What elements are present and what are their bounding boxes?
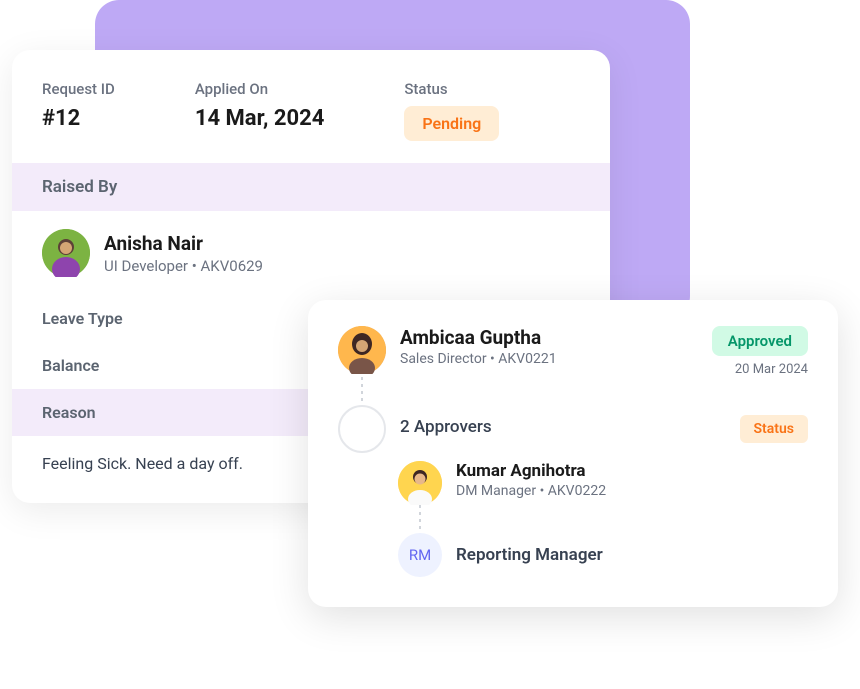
person-icon [42, 229, 90, 277]
reporting-manager-row[interactable]: RM Reporting Manager [398, 533, 808, 577]
applied-on-value: 14 Mar, 2024 [195, 106, 325, 131]
approvers-count-label: 2 Approvers [400, 405, 726, 437]
applied-on-label: Applied On [195, 80, 325, 98]
request-id-label: Request ID [42, 80, 115, 98]
nested-approvers: Kumar Agnihotra DM Manager • AKV0222 RM … [398, 461, 808, 577]
raised-by-user[interactable]: Anisha Nair UI Developer • AKV0629 [12, 211, 610, 295]
applied-on-block: Applied On 14 Mar, 2024 [195, 80, 325, 141]
approver-subtitle: DM Manager • AKV0222 [456, 483, 808, 499]
approvers-count-row: 2 Approvers Status [338, 405, 808, 453]
approver-info: Kumar Agnihotra DM Manager • AKV0222 [456, 461, 808, 499]
request-header: Request ID #12 Applied On 14 Mar, 2024 S… [12, 50, 610, 163]
avatar [398, 461, 442, 505]
avatar-placeholder [338, 405, 386, 453]
status-label: Status [404, 80, 499, 98]
connector-line [361, 377, 363, 405]
approver-row-1[interactable]: Ambicaa Guptha Sales Director • AKV0221 … [338, 326, 808, 377]
status-badge-pending: Pending [404, 106, 499, 141]
status-column-label: Status [740, 415, 808, 443]
approver-info: Ambicaa Guptha Sales Director • AKV0221 [400, 326, 698, 367]
approval-date: 20 Mar 2024 [735, 362, 808, 377]
approver-name: Kumar Agnihotra [456, 461, 808, 481]
user-name: Anisha Nair [104, 232, 263, 255]
approver-row-2[interactable]: Kumar Agnihotra DM Manager • AKV0222 [398, 461, 808, 505]
status-badge-approved: Approved [712, 326, 808, 356]
avatar [338, 326, 386, 374]
avatar-initials: RM [398, 533, 442, 577]
request-id-value: #12 [42, 106, 115, 131]
raised-by-header: Raised By [12, 163, 610, 211]
person-icon [398, 461, 442, 505]
connector-line [419, 505, 421, 533]
reporting-manager-label: Reporting Manager [456, 545, 603, 565]
user-info: Anisha Nair UI Developer • AKV0629 [104, 232, 263, 275]
avatar [42, 229, 90, 277]
approver-subtitle: Sales Director • AKV0221 [400, 351, 698, 367]
user-subtitle: UI Developer • AKV0629 [104, 257, 263, 275]
person-icon [338, 326, 386, 374]
request-id-block: Request ID #12 [42, 80, 115, 141]
approver-status-block: Approved 20 Mar 2024 [712, 326, 808, 377]
approvers-card: Ambicaa Guptha Sales Director • AKV0221 … [308, 300, 838, 607]
status-block: Status Pending [404, 80, 499, 141]
approver-name: Ambicaa Guptha [400, 326, 698, 349]
